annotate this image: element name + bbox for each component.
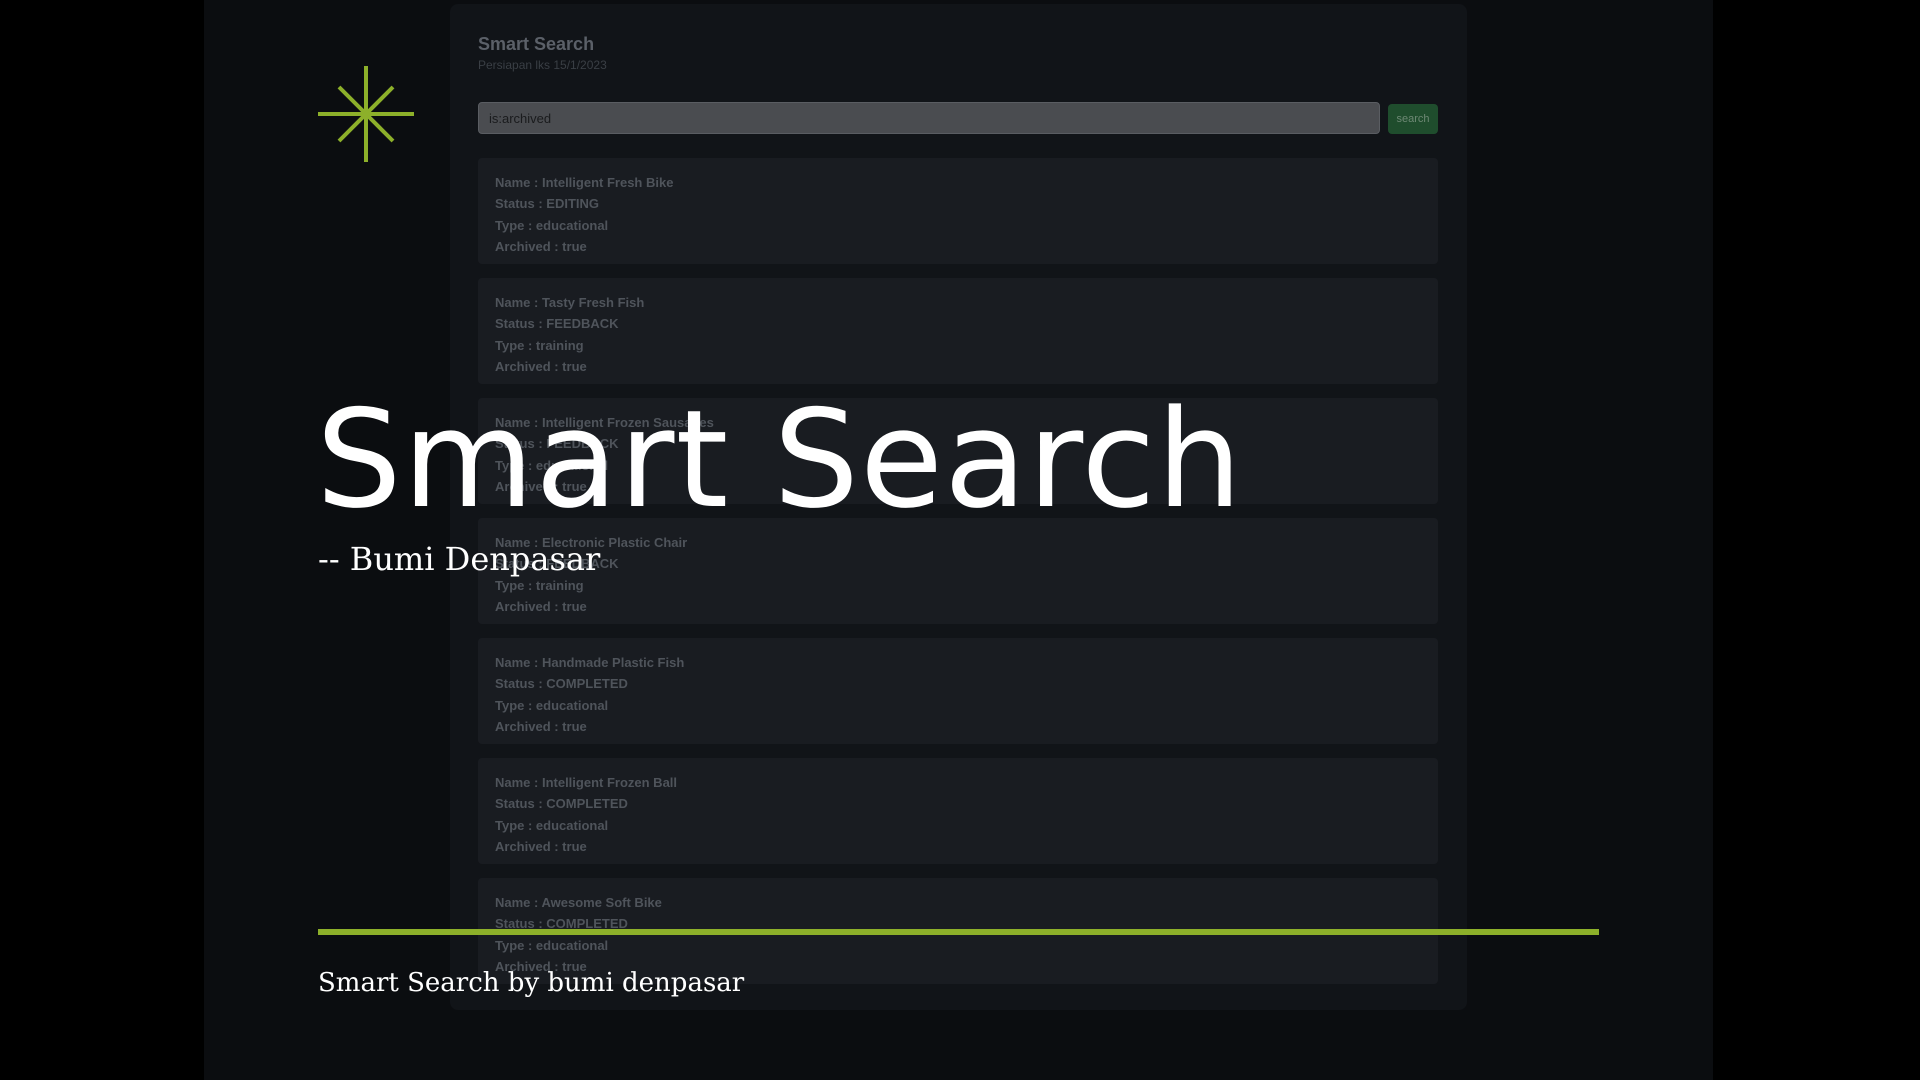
result-archived: Archived : true [495, 598, 587, 614]
result-status: Status : FEEDBACK [495, 316, 619, 332]
app-title: Smart Search [478, 34, 595, 54]
result-type: Type : educational [495, 217, 609, 233]
result-type: Type : educational [495, 817, 609, 833]
result-type: Type : training [495, 577, 584, 593]
result-card[interactable]: Name : Handmade Plastic Fish Status : CO… [478, 638, 1438, 744]
result-type: Type : educational [495, 697, 609, 713]
result-name: Name : Handmade Plastic Fish [495, 655, 685, 670]
result-name: Name : Tasty Fresh Fish [495, 295, 645, 310]
search-bar: search [478, 102, 1438, 134]
result-card[interactable]: Name : Intelligent Frozen Ball Status : … [478, 758, 1438, 864]
results-list: Name : Intelligent Fresh Bike Status : E… [478, 158, 1438, 998]
result-type: Type : educational [495, 937, 609, 953]
result-name: Name : Intelligent Fresh Bike [495, 175, 674, 190]
slide-title: Smart Search [316, 381, 1244, 538]
result-status: Status : COMPLETED [495, 676, 628, 692]
result-name: Name : Awesome Soft Bike [495, 895, 662, 910]
result-status: Status : FEEDBACK [495, 556, 619, 572]
search-button[interactable]: search [1388, 104, 1438, 134]
result-name: Name : Intelligent Frozen Ball [495, 775, 678, 790]
presentation-slide: Smart Search Persiapan lks 15/1/2023 sea… [204, 0, 1713, 1080]
result-type: Type : training [495, 337, 584, 353]
footer-caption: Smart Search by bumi denpasar [318, 968, 745, 998]
result-archived: Archived : true [495, 838, 587, 854]
result-card[interactable]: Name : Tasty Fresh Fish Status : FEEDBAC… [478, 278, 1438, 384]
result-card[interactable]: Name : Intelligent Fresh Bike Status : E… [478, 158, 1438, 264]
accent-divider [318, 929, 1599, 935]
asterisk-star-icon [318, 66, 414, 162]
app-subtitle: Persiapan lks 15/1/2023 [478, 58, 607, 72]
result-status: Status : COMPLETED [495, 796, 628, 812]
result-archived: Archived : true [495, 238, 587, 254]
result-archived: Archived : true [495, 718, 587, 734]
search-input[interactable] [478, 102, 1380, 134]
slide-subtitle: -- Bumi Denpasar [318, 540, 601, 578]
result-status: Status : EDITING [495, 196, 600, 212]
result-archived: Archived : true [495, 358, 587, 374]
